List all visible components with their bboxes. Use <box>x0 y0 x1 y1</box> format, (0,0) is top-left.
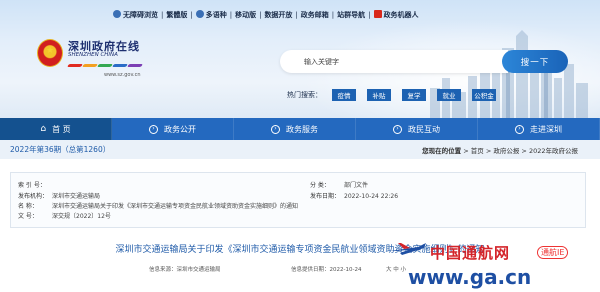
nav-item-gov-affairs[interactable]: › 政务公开 <box>112 118 234 140</box>
utility-link-accessibility[interactable]: 无障碍浏览 <box>110 10 161 20</box>
issue-label[interactable]: 2022年第36期（总第1260） <box>10 144 110 155</box>
meta-issuer-value: 深圳市交通运输局 <box>52 193 101 200</box>
utility-link-robot[interactable]: 政务机器人 <box>371 10 422 20</box>
meta-row-category: 分 类： 部门文件 <box>310 180 368 190</box>
site-header: 无障碍浏览 | 繁體版 | 多语种 | 移动版 | 数据开放 | 政务邮箱 | 站群导航 | … <box>0 0 600 118</box>
logo-stripes <box>67 61 148 67</box>
document-source: 信息来源：深圳市交通运输局 <box>149 267 221 273</box>
watermark-url: www.ga.cn <box>408 265 532 289</box>
utility-link-mobile[interactable]: 移动版 <box>232 10 259 20</box>
watermark-brand: 中国通航网 <box>430 244 511 262</box>
utility-link-traditional[interactable]: 繁體版 <box>163 10 190 20</box>
chevron-right-icon: › <box>393 124 402 134</box>
hot-search: 热门搜索： 疫情 补贴 复学 就业 公积金 <box>287 89 501 101</box>
breadcrumb-separator: > <box>483 147 494 155</box>
meta-category-label: 分 类： <box>310 182 330 189</box>
chevron-right-icon: › <box>271 124 280 134</box>
site-logo-url: www.sz.gov.cn <box>104 72 141 78</box>
hot-tag[interactable]: 公积金 <box>472 89 496 101</box>
breadcrumb-separator: > <box>461 147 471 155</box>
site-logo-english: SHENZHEN CHINA <box>68 52 118 58</box>
issue-bar: 2022年第36期（总第1260） 您现在的位置 > 首页 > 政府公报 > 2… <box>0 140 600 159</box>
meta-date-value: 2022-10-24 22:26 <box>344 193 399 200</box>
utility-link-email[interactable]: 政务邮箱 <box>298 10 332 20</box>
meta-issuer-label: 发布机构： <box>18 193 49 200</box>
chevron-right-icon: › <box>515 124 524 134</box>
meta-row-name: 名 称： 深圳市交通运输局关于印发《深圳市交通运输专项资金民航业领域资助资金实施细… <box>18 201 298 211</box>
globe-icon <box>195 10 204 18</box>
airplane-icon <box>390 243 426 255</box>
national-emblem-icon <box>37 39 63 67</box>
robot-icon <box>373 10 382 18</box>
hot-tag[interactable]: 补贴 <box>367 89 391 101</box>
meta-docno-value: 深交规〔2022〕12号 <box>52 213 111 220</box>
meta-row-docno: 文 号： 深交规〔2022〕12号 <box>18 211 111 221</box>
breadcrumb-separator: > <box>519 147 529 155</box>
nav-item-services[interactable]: › 政务服务 <box>234 118 356 140</box>
search-input[interactable] <box>304 57 504 66</box>
utility-bar: 无障碍浏览 | 繁體版 | 多语种 | 移动版 | 数据开放 | 政务邮箱 | 站群导航 | … <box>110 9 422 21</box>
utility-link-languages[interactable]: 多语种 <box>193 10 230 20</box>
hot-search-label: 热门搜索： <box>287 91 322 99</box>
meta-row-issuer: 发布机构： 深圳市交通运输局 <box>18 191 100 201</box>
meta-name-label: 名 称： <box>18 203 38 210</box>
breadcrumb-link-gazette[interactable]: 政府公报 <box>493 147 519 155</box>
nav-item-interaction[interactable]: › 政民互动 <box>356 118 478 140</box>
breadcrumb: 您现在的位置 > 首页 > 政府公报 > 2022年政府公报 <box>422 145 578 155</box>
search-button[interactable]: 搜一下 <box>502 50 568 73</box>
hot-tag[interactable]: 就业 <box>437 89 461 101</box>
document-date: 信息提供日期：2022-10-24 <box>291 267 362 273</box>
accessibility-icon <box>113 10 121 18</box>
meta-name-value: 深圳市交通运输局关于印发《深圳市交通运输专项资金民航业领域资助资金实施细则》的通… <box>52 203 299 210</box>
hot-tag[interactable]: 复学 <box>402 89 426 101</box>
meta-docno-label: 文 号： <box>18 213 38 220</box>
chevron-right-icon: › <box>149 124 158 134</box>
utility-link-site-nav[interactable]: 站群导航 <box>334 10 368 20</box>
font-size-switch[interactable]: 大 中 小 <box>386 265 406 273</box>
nav-item-home[interactable]: ⌂ 首 页 <box>0 118 112 140</box>
meta-row-date: 发布日期： 2022-10-24 22:26 <box>310 191 398 201</box>
main-nav: ⌂ 首 页 › 政务公开 › 政务服务 › 政民互动 › 走进深圳 <box>0 118 600 140</box>
breadcrumb-link-home[interactable]: 首页 <box>471 147 484 155</box>
watermark-badge: 通航IE <box>537 246 569 259</box>
city-skyline-image <box>430 30 588 118</box>
breadcrumb-prefix: 您现在的位置 <box>422 147 462 155</box>
meta-category-value: 部门文件 <box>344 182 369 189</box>
search-box <box>280 50 508 73</box>
nav-item-about-shenzhen[interactable]: › 走进深圳 <box>478 118 600 140</box>
breadcrumb-link-gazette-2022[interactable]: 2022年政府公报 <box>529 147 578 155</box>
meta-date-label: 发布日期： <box>310 193 341 200</box>
home-icon: ⌂ <box>40 124 47 134</box>
utility-link-open-data[interactable]: 数据开放 <box>261 10 295 20</box>
hot-tag[interactable]: 疫情 <box>332 89 356 101</box>
meta-row-index: 索 引 号： <box>18 180 52 190</box>
meta-index-label: 索 引 号： <box>18 182 46 189</box>
